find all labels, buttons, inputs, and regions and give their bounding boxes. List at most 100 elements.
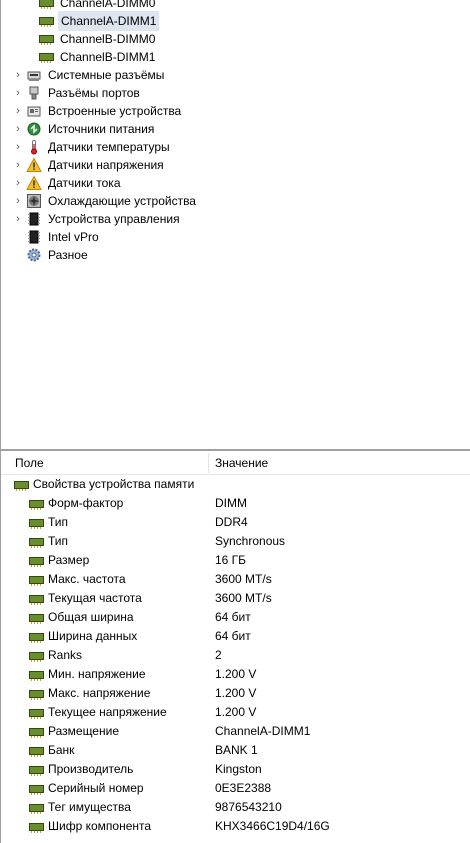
tree-item[interactable]: ChannelB-DIMM1	[38, 48, 157, 66]
gear-icon	[26, 247, 42, 263]
tree-item-label: Охлаждающие устройства	[48, 194, 196, 208]
tree-item[interactable]: › Встроенные устройства	[13, 102, 183, 120]
tree-item[interactable]: › Датчики напряжения	[13, 156, 166, 174]
fan-icon	[26, 193, 42, 209]
tree-item-label: Встроенные устройства	[48, 104, 182, 118]
property-value: 9876543210	[215, 800, 282, 814]
expand-chevron-icon[interactable]: ›	[13, 120, 23, 138]
power-icon	[26, 121, 42, 137]
tree-item[interactable]: Intel vPro	[13, 228, 101, 246]
property-row[interactable]: Банк BANK 1	[1, 741, 470, 760]
property-name: Производитель	[28, 760, 133, 779]
ram-icon	[28, 553, 44, 569]
property-name-label: Производитель	[48, 762, 134, 776]
ram-icon	[28, 496, 44, 512]
property-row[interactable]: Макс. напряжение 1.200 V	[1, 684, 470, 703]
tree-item-label: ChannelB-DIMM1	[60, 50, 156, 64]
property-value: 64 бит	[215, 610, 251, 624]
property-name: Банк	[28, 741, 74, 760]
property-row[interactable]: Текущая частота 3600 MT/s	[1, 589, 470, 608]
port-icon	[26, 85, 42, 101]
ram-icon	[28, 724, 44, 740]
tree-item-label: Датчики тока	[48, 176, 121, 190]
ram-icon	[28, 667, 44, 683]
property-value: BANK 1	[215, 743, 258, 757]
property-value: 3600 MT/s	[215, 591, 272, 605]
tree-item[interactable]: › Охлаждающие устройства	[13, 192, 198, 210]
ram-icon	[38, 0, 54, 11]
tree-item[interactable]: › Системные разъёмы	[13, 66, 166, 84]
tree-item[interactable]: › Источники питания	[13, 120, 156, 138]
property-row[interactable]: Размер 16 ГБ	[1, 551, 470, 570]
property-name: Макс. частота	[28, 570, 126, 589]
tree-item[interactable]: › Датчики тока	[13, 174, 123, 192]
property-name: Ranks	[28, 646, 82, 665]
property-name-label: Общая ширина	[48, 610, 134, 624]
property-name: Размер	[28, 551, 89, 570]
property-name: Макс. напряжение	[28, 684, 150, 703]
property-row[interactable]: Ranks 2	[1, 646, 470, 665]
property-name: Ширина данных	[28, 627, 137, 646]
property-name-label: Серийный номер	[48, 781, 144, 795]
ram-icon	[28, 572, 44, 588]
device-tree[interactable]: ChannelA-DIMM0 ChannelA-DIMM1 ChannelB-DIM…	[0, 0, 470, 449]
warning-icon	[26, 175, 42, 191]
property-name-label: Форм-фактор	[48, 496, 124, 510]
property-value: 64 бит	[215, 629, 251, 643]
property-name-label: Ширина данных	[48, 629, 138, 643]
property-group-label: Свойства устройства памяти	[33, 477, 195, 491]
expand-chevron-icon[interactable]: ›	[13, 156, 23, 174]
expand-chevron-icon[interactable]: ›	[13, 192, 23, 210]
property-value: 3600 MT/s	[215, 572, 272, 586]
property-row[interactable]: Мин. напряжение 1.200 V	[1, 665, 470, 684]
thermometer-icon	[26, 139, 42, 155]
column-header-value[interactable]: Значение	[208, 451, 268, 475]
column-header-field[interactable]: Поле	[8, 451, 44, 475]
property-row[interactable]: Тип DDR4	[1, 513, 470, 532]
expand-chevron-icon[interactable]: ›	[13, 138, 23, 156]
property-name: Шифр компонента	[28, 817, 151, 836]
tree-item-label: Разное	[48, 248, 88, 262]
property-row[interactable]: Шифр компонента KHX3466C19D4/16G	[1, 817, 470, 836]
property-row[interactable]: Тег имущества 9876543210	[1, 798, 470, 817]
property-name: Текущая частота	[28, 589, 142, 608]
property-name-label: Банк	[48, 743, 75, 757]
ram-icon	[28, 743, 44, 759]
property-row[interactable]: Общая ширина 64 бит	[1, 608, 470, 627]
ram-icon	[28, 800, 44, 816]
property-name: Тип	[28, 513, 68, 532]
tree-item[interactable]: ChannelA-DIMM1	[38, 11, 160, 31]
property-value: DIMM	[215, 496, 247, 510]
property-row[interactable]: Серийный номер 0E3E2388	[1, 779, 470, 798]
property-name-label: Макс. напряжение	[48, 686, 151, 700]
tree-item[interactable]: › Устройства управления	[13, 210, 182, 228]
tree-item[interactable]: ChannelB-DIMM0	[38, 30, 157, 48]
property-row[interactable]: Производитель Kingston	[1, 760, 470, 779]
expand-chevron-icon[interactable]: ›	[13, 210, 23, 228]
properties-table: Поле Значение Свойства устройства памяти…	[0, 451, 470, 843]
property-row[interactable]: Ширина данных 64 бит	[1, 627, 470, 646]
property-value: 1.200 V	[215, 667, 257, 681]
ram-icon	[28, 610, 44, 626]
expand-chevron-icon[interactable]: ›	[13, 102, 23, 120]
chip-icon	[26, 211, 42, 227]
property-row[interactable]: Размещение ChannelA-DIMM1	[1, 722, 470, 741]
property-row[interactable]: Макс. частота 3600 MT/s	[1, 570, 470, 589]
property-row[interactable]: Тип Synchronous	[1, 532, 470, 551]
property-value: Synchronous	[215, 534, 286, 548]
tree-item-label: Датчики температуры	[48, 140, 170, 154]
property-name-label: Размещение	[48, 724, 119, 738]
expand-chevron-icon[interactable]: ›	[13, 174, 23, 192]
chip-icon	[26, 229, 42, 245]
property-name-label: Ranks	[48, 648, 83, 662]
tree-item[interactable]: Разное	[13, 246, 90, 264]
expand-chevron-icon[interactable]: ›	[13, 66, 23, 84]
property-row[interactable]: Форм-фактор DIMM	[1, 494, 470, 513]
property-name-label: Размер	[48, 553, 90, 567]
property-row[interactable]: Текущее напряжение 1.200 V	[1, 703, 470, 722]
expand-chevron-icon[interactable]: ›	[13, 84, 23, 102]
property-name-label: Текущая частота	[48, 591, 142, 605]
tree-item[interactable]: › Датчики температуры	[13, 138, 172, 156]
tree-item[interactable]: › Разъёмы портов	[13, 84, 142, 102]
